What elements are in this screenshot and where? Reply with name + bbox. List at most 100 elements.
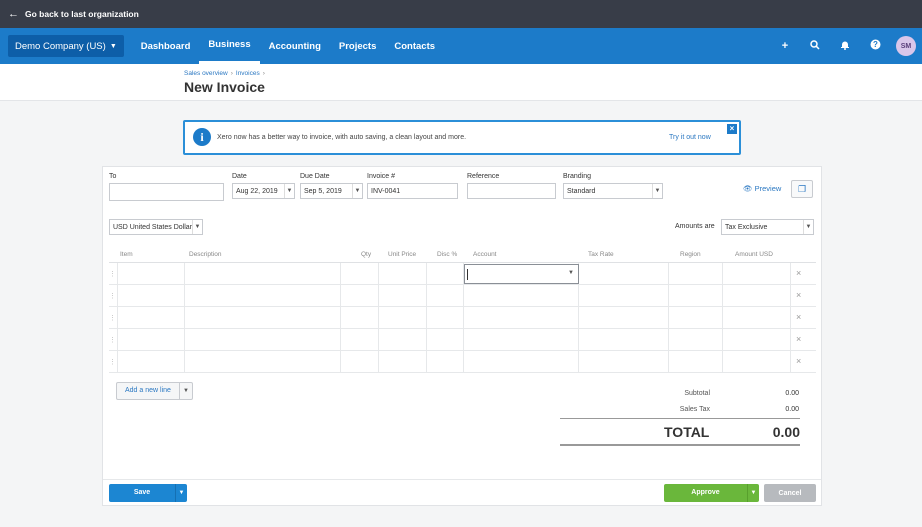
try-it-link[interactable]: Try it out now: [669, 134, 711, 141]
table-row[interactable]: ⋮ ×: [109, 307, 816, 329]
subtotal-value: 0.00: [785, 390, 799, 397]
to-field[interactable]: [109, 183, 224, 201]
col-unit-price: Unit Price: [388, 251, 417, 258]
new-invoicing-banner: i Xero now has a better way to invoice, …: [183, 120, 741, 155]
page-header: Sales overview › Invoices › New Invoice: [0, 64, 922, 101]
approve-label[interactable]: Approve: [664, 484, 747, 502]
subtotal-label: Subtotal: [684, 390, 710, 397]
delete-row-icon[interactable]: ×: [796, 290, 801, 300]
close-icon[interactable]: ×: [727, 124, 737, 134]
nav-dashboard[interactable]: Dashboard: [132, 28, 200, 64]
cancel-button[interactable]: Cancel: [764, 484, 816, 502]
drag-handle-icon[interactable]: ⋮: [109, 270, 116, 278]
breadcrumb-separator: ›: [230, 70, 233, 77]
total-label: TOTAL: [664, 424, 710, 440]
due-date-value: Sep 5, 2019: [304, 188, 342, 195]
divider: [103, 479, 821, 480]
delete-row-icon[interactable]: ×: [796, 312, 801, 322]
invoice-number-field[interactable]: INV-0041: [367, 183, 458, 199]
date-label: Date: [232, 173, 247, 180]
currency-select[interactable]: USD United States Dollar ▼: [109, 219, 203, 235]
add-line-button[interactable]: Add a new line ▼: [116, 382, 193, 400]
org-switcher[interactable]: Demo Company (US) ▼: [8, 35, 124, 57]
avatar[interactable]: SM: [896, 36, 916, 56]
col-amount: Amount USD: [735, 251, 773, 258]
reference-label: Reference: [467, 173, 500, 180]
delete-row-icon[interactable]: ×: [796, 356, 801, 366]
col-description: Description: [189, 251, 222, 258]
drag-handle-icon[interactable]: ⋮: [109, 336, 116, 344]
to-label: To: [109, 173, 117, 180]
nav-accounting[interactable]: Accounting: [260, 28, 330, 64]
text-cursor: [467, 269, 468, 280]
info-icon: i: [193, 128, 211, 146]
back-arrow-icon: ←: [8, 8, 19, 20]
drag-handle-icon[interactable]: ⋮: [109, 292, 116, 300]
table-row[interactable]: ⋮ ×: [109, 285, 816, 307]
chevron-down-icon[interactable]: ▼: [652, 184, 662, 198]
delete-row-icon[interactable]: ×: [796, 334, 801, 344]
eye-icon: 👁: [743, 184, 753, 193]
nav-business[interactable]: Business: [199, 28, 260, 64]
chevron-down-icon[interactable]: ▼: [175, 484, 187, 502]
chevron-down-icon[interactable]: ▼: [803, 220, 813, 234]
search-icon[interactable]: [800, 39, 830, 53]
approve-button[interactable]: Approve ▼: [664, 484, 759, 502]
amounts-are-select[interactable]: Tax Exclusive ▼: [721, 219, 814, 235]
chevron-down-icon[interactable]: ▼: [284, 184, 294, 198]
breadcrumb-sales-overview[interactable]: Sales overview: [184, 70, 228, 77]
bell-icon[interactable]: [830, 40, 860, 53]
delete-row-icon[interactable]: ×: [796, 268, 801, 278]
back-to-org-bar[interactable]: ← Go back to last organization: [0, 0, 922, 28]
chevron-down-icon[interactable]: ▼: [568, 270, 574, 276]
amounts-are-label: Amounts are: [675, 223, 715, 230]
account-select[interactable]: ▼: [464, 264, 579, 284]
branding-select[interactable]: Standard ▼: [563, 183, 663, 199]
breadcrumb-invoices[interactable]: Invoices: [236, 70, 260, 77]
total-value: 0.00: [772, 424, 800, 440]
drag-handle-icon[interactable]: ⋮: [109, 358, 116, 366]
sales-tax-label: Sales Tax: [679, 406, 710, 413]
nav-projects[interactable]: Projects: [330, 28, 386, 64]
banner-message: Xero now has a better way to invoice, wi…: [217, 134, 467, 141]
plus-icon[interactable]: +: [770, 40, 800, 52]
reference-field[interactable]: [467, 183, 556, 199]
add-line-label[interactable]: Add a new line: [117, 383, 180, 399]
chevron-down-icon[interactable]: ▼: [180, 388, 192, 394]
chevron-down-icon[interactable]: ▼: [192, 220, 202, 234]
due-date-field[interactable]: Sep 5, 2019 ▼: [300, 183, 363, 199]
amounts-are-value: Tax Exclusive: [725, 224, 768, 231]
col-disc: Disc %: [437, 251, 458, 258]
invoice-form: To Date Aug 22, 2019 ▼ Due Date Sep 5, 2…: [102, 166, 822, 506]
date-field[interactable]: Aug 22, 2019 ▼: [232, 183, 295, 199]
col-account: Account: [473, 251, 497, 258]
main-nav: Demo Company (US) ▼ Dashboard Business A…: [0, 28, 922, 64]
chevron-down-icon[interactable]: ▼: [747, 484, 759, 502]
page-title: New Invoice: [184, 79, 265, 95]
table-row[interactable]: ⋮ ×: [109, 351, 816, 373]
table-row[interactable]: ⋮ ×: [109, 329, 816, 351]
preview-label: Preview: [754, 184, 782, 193]
drag-handle-icon[interactable]: ⋮: [109, 314, 116, 322]
line-items-table: Item Description Qty Unit Price Disc % A…: [109, 245, 816, 379]
back-label[interactable]: Go back to last organization: [25, 9, 139, 19]
currency-value: USD United States Dollar: [113, 224, 192, 231]
col-qty: Qty: [361, 251, 372, 258]
preview-link[interactable]: 👁 Preview: [743, 184, 781, 193]
save-label[interactable]: Save: [109, 484, 175, 502]
sales-tax-value: 0.00: [785, 406, 799, 413]
divider: [560, 444, 800, 446]
date-value: Aug 22, 2019: [236, 188, 278, 195]
nav-contacts[interactable]: Contacts: [385, 28, 444, 64]
breadcrumb-separator: ›: [262, 70, 265, 77]
branding-label: Branding: [563, 173, 592, 180]
table-header: Item Description Qty Unit Price Disc % A…: [109, 245, 816, 263]
invoice-number-label: Invoice #: [367, 173, 396, 180]
save-button[interactable]: Save ▼: [109, 484, 187, 502]
svg-text:?: ?: [873, 40, 878, 49]
copy-icon[interactable]: ❐: [791, 180, 813, 198]
table-row[interactable]: ⋮ ▼ ×: [109, 263, 816, 285]
help-icon[interactable]: ?: [860, 39, 890, 53]
chevron-down-icon[interactable]: ▼: [352, 184, 362, 198]
col-region: Region: [680, 251, 701, 258]
